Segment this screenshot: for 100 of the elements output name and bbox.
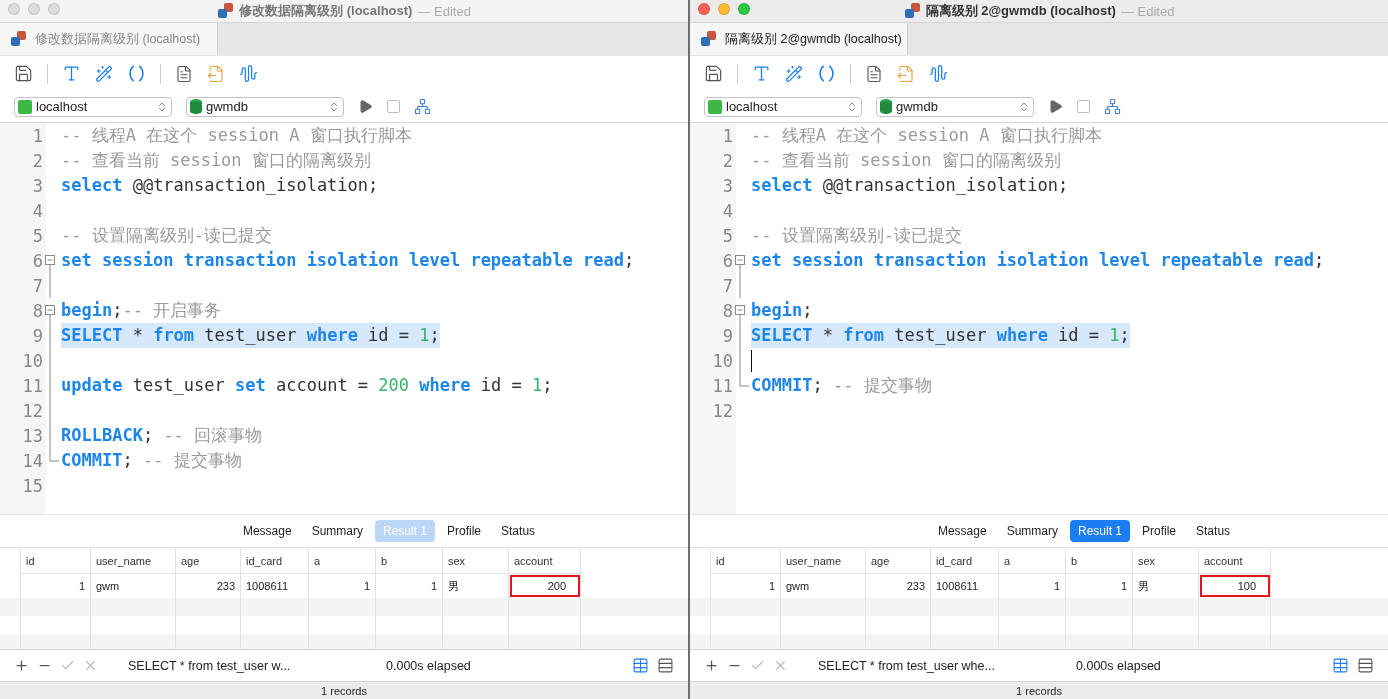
add-icon[interactable]	[704, 658, 719, 673]
waveform-icon[interactable]	[239, 64, 258, 83]
window-control[interactable]	[738, 3, 750, 15]
magic-wand-icon[interactable]	[785, 64, 803, 83]
result-tab[interactable]: Status	[1188, 520, 1239, 542]
cylinder-icon	[880, 99, 892, 114]
line-number: 2	[721, 150, 733, 171]
document-tab[interactable]: 修改数据隔离级别 (localhost)	[0, 23, 218, 55]
code-line: ROLLBACK; -- 回滚事物	[61, 424, 263, 447]
database-select[interactable]: gwmdb	[876, 96, 1034, 117]
connection-icon	[18, 99, 32, 114]
grid-view-icon[interactable]	[632, 657, 649, 674]
line-number: 9	[31, 325, 43, 346]
document-tab[interactable]: 隔离级别 2@gwmdb (localhost)	[690, 23, 908, 55]
database-select[interactable]: gwmdb	[186, 96, 344, 117]
result-tab[interactable]: Status	[493, 520, 544, 542]
run-icon[interactable]	[1048, 99, 1063, 114]
result-tab[interactable]: Message	[929, 520, 995, 542]
result-tab[interactable]: Result 1	[1070, 520, 1130, 542]
code-line: -- 线程A 在这个 session A 窗口执行脚本	[61, 124, 412, 147]
elapsed-time: 0.000s elapsed	[386, 658, 472, 673]
fold-marker[interactable]	[735, 305, 745, 323]
query-text: SELECT * from test_user whe...	[818, 658, 996, 673]
line-number: 10	[711, 350, 733, 371]
add-icon[interactable]	[14, 658, 29, 673]
waveform-icon[interactable]	[929, 64, 948, 83]
file-arrow-icon[interactable]	[897, 64, 915, 83]
checkbox[interactable]	[387, 100, 400, 113]
line-number: 4	[31, 200, 43, 221]
code-line: begin;	[751, 299, 813, 322]
line-number: 3	[31, 175, 43, 196]
line-number: 2	[31, 150, 43, 171]
result-tab[interactable]: Summary	[303, 520, 371, 542]
window-title: 修改数据隔离级别 (localhost)	[239, 2, 413, 20]
line-number: 6	[721, 250, 733, 271]
line-number: 7	[31, 275, 43, 296]
code-line: set session transaction isolation level repeatable read;	[751, 249, 1325, 272]
fold-marker[interactable]	[45, 255, 55, 273]
database-icon	[217, 3, 235, 19]
connection-icon	[708, 99, 722, 114]
line-number: 8	[721, 300, 733, 321]
code-line: select @@transaction_isolation;	[751, 174, 1069, 197]
result-tab[interactable]: Profile	[1134, 520, 1185, 542]
code-line: begin;-- 开启事务	[61, 299, 222, 322]
code-line: update test_user set account = 200 where id = 1;	[61, 374, 553, 397]
record-count: 1 records	[1016, 684, 1062, 697]
line-number: 15	[21, 475, 43, 496]
form-view-icon[interactable]	[1357, 657, 1374, 674]
line-number: 7	[721, 275, 733, 296]
line-number: 4	[721, 200, 733, 221]
line-number: 1	[31, 125, 43, 146]
code-line: -- 线程A 在这个 session A 窗口执行脚本	[751, 124, 1102, 147]
line-number: 11	[21, 375, 43, 396]
text-format-icon[interactable]	[752, 64, 771, 83]
line-number: 3	[721, 175, 733, 196]
connection-select[interactable]: localhost	[14, 96, 172, 117]
table-cell: 200	[509, 574, 581, 598]
code-line: -- 查看当前 session 窗口的隔离级别	[751, 149, 1061, 172]
magic-wand-icon[interactable]	[95, 64, 113, 83]
line-number: 8	[31, 300, 43, 321]
line-number: 9	[721, 325, 733, 346]
window-control[interactable]	[698, 3, 710, 15]
checkbox[interactable]	[1077, 100, 1090, 113]
result-tab[interactable]: Profile	[439, 520, 490, 542]
code-line: select @@transaction_isolation;	[61, 174, 379, 197]
explain-icon[interactable]	[1104, 98, 1121, 115]
line-number: 12	[21, 400, 43, 421]
parentheses-icon[interactable]	[127, 64, 146, 83]
save-icon[interactable]	[14, 64, 33, 83]
edited-label: — Edited	[417, 3, 471, 19]
code-line: set session transaction isolation level repeatable read;	[61, 249, 635, 272]
file-arrow-icon[interactable]	[207, 64, 225, 83]
grid-view-icon[interactable]	[1332, 657, 1349, 674]
fold-marker[interactable]	[735, 255, 745, 273]
chevrons-icon	[1018, 100, 1030, 113]
code-line: -- 查看当前 session 窗口的隔离级别	[61, 149, 371, 172]
result-tab[interactable]: Summary	[998, 520, 1066, 542]
chevrons-icon	[846, 100, 858, 113]
edited-label: — Edited	[1120, 3, 1175, 19]
parentheses-icon[interactable]	[817, 64, 836, 83]
cylinder-icon	[190, 99, 202, 114]
line-number: 14	[21, 450, 43, 471]
result-tab[interactable]: Message	[234, 520, 300, 542]
text-format-icon[interactable]	[62, 64, 81, 83]
database-icon	[903, 3, 921, 19]
line-number: 5	[721, 225, 733, 246]
document-icon[interactable]	[175, 64, 193, 83]
database-icon	[10, 31, 27, 47]
connection-select[interactable]: localhost	[704, 96, 862, 117]
line-number: 1	[721, 125, 733, 146]
fold-marker[interactable]	[45, 305, 55, 323]
save-icon[interactable]	[704, 64, 723, 83]
explain-icon[interactable]	[414, 98, 431, 115]
code-line: -- 设置隔离级别-读已提交	[751, 224, 962, 247]
run-icon[interactable]	[358, 99, 373, 114]
form-view-icon[interactable]	[657, 657, 674, 674]
line-number: 6	[31, 250, 43, 271]
document-icon[interactable]	[865, 64, 883, 83]
line-number: 13	[21, 425, 43, 446]
code-line: COMMIT; -- 提交事物	[751, 374, 932, 397]
